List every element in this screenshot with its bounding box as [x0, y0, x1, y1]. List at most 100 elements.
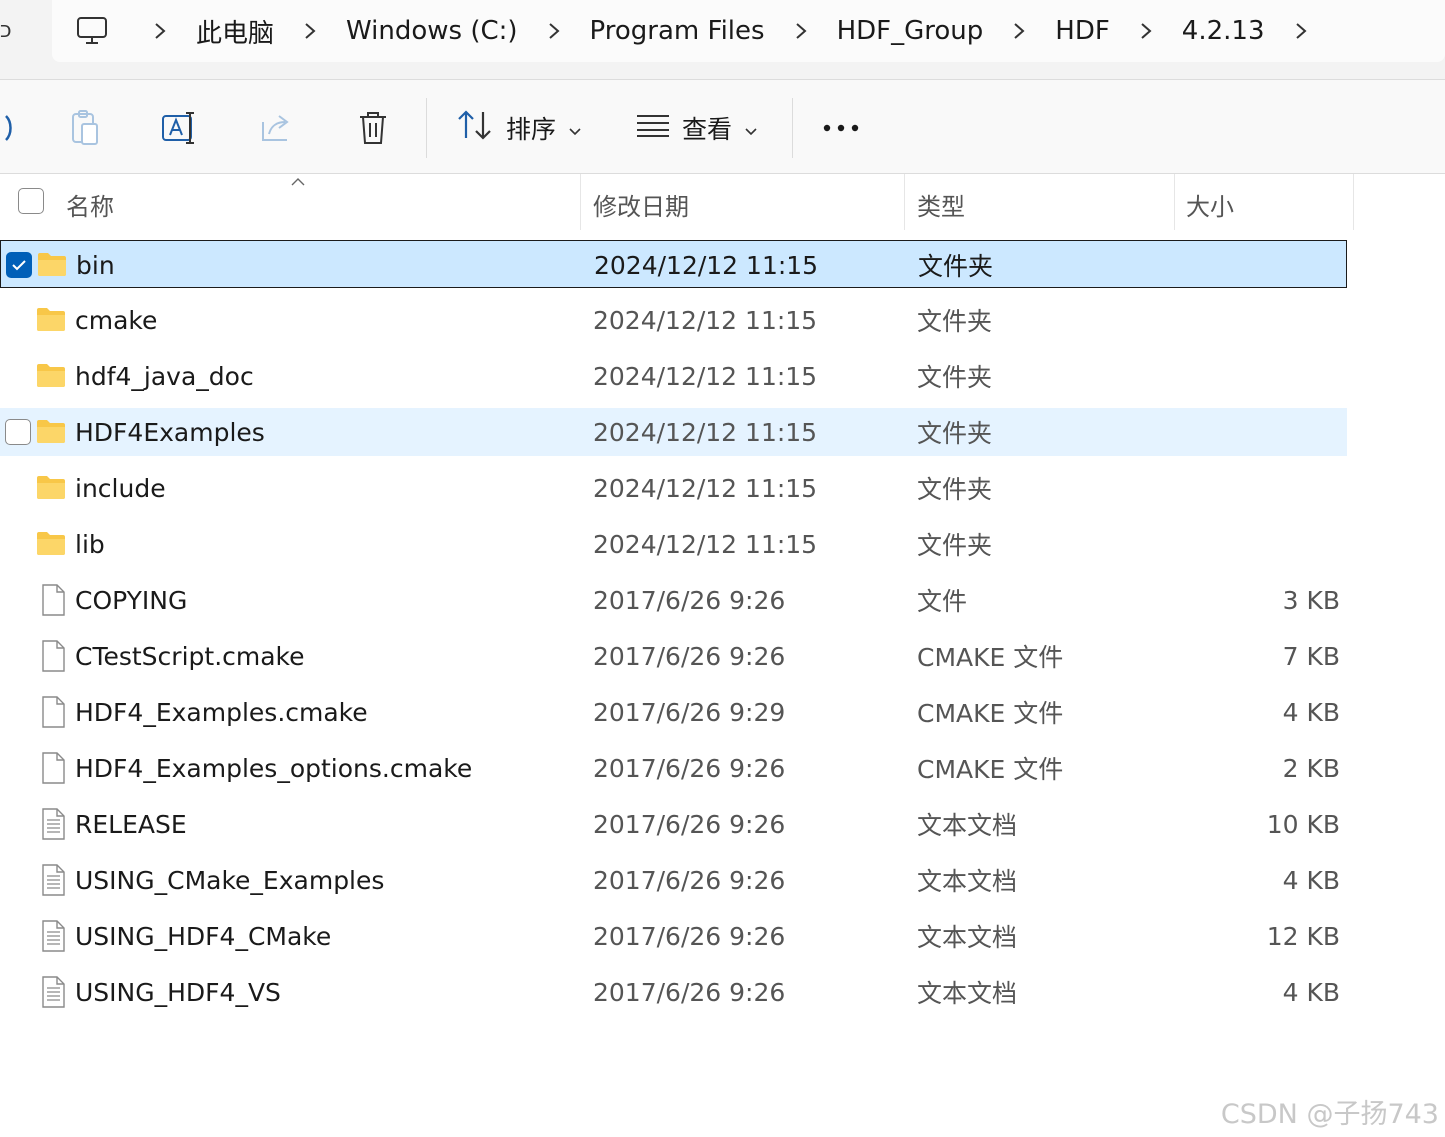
file-row[interactable]: USING_HDF4_VS 2017/6/26 9:26 文本文档 4 KB: [0, 968, 1347, 1016]
column-divider[interactable]: [904, 174, 905, 230]
breadcrumb[interactable]: 此电脑 Windows (C:) Program Files HDF_Group…: [52, 0, 1445, 62]
computer-icon[interactable]: [52, 0, 132, 62]
file-icon: [40, 640, 70, 672]
column-date[interactable]: 修改日期: [593, 174, 689, 234]
file-name: HDF4Examples: [75, 417, 265, 447]
breadcrumb-item-this-pc[interactable]: 此电脑: [188, 13, 282, 50]
file-size: [1181, 241, 1341, 289]
file-modified-date: 2024/12/12 11:15: [593, 361, 818, 391]
text-document-icon: [40, 976, 70, 1008]
file-modified-date: 2024/12/12 11:15: [593, 529, 818, 559]
file-modified-date: 2017/6/26 9:29: [593, 697, 786, 727]
address-edge-glyph: כ: [0, 18, 12, 43]
breadcrumb-item-windows-c[interactable]: Windows (C:): [338, 16, 526, 46]
sort-button[interactable]: 排序: [456, 104, 582, 152]
row-checkbox[interactable]: [6, 252, 32, 278]
file-row[interactable]: HDF4_Examples.cmake 2017/6/26 9:29 CMAKE 文…: [0, 688, 1347, 736]
file-type: 文件夹: [917, 307, 993, 336]
folder-icon: [36, 306, 66, 334]
file-icon: [40, 752, 70, 784]
file-row[interactable]: CTestScript.cmake 2017/6/26 9:26 CMAKE 文件 7…: [0, 632, 1347, 680]
text-document-icon: [40, 864, 70, 896]
file-size: 4 KB: [1282, 697, 1340, 727]
file-row[interactable]: lib 2024/12/12 11:15 文件夹: [0, 520, 1347, 568]
rename-icon[interactable]: [158, 106, 202, 150]
file-size: [1180, 464, 1340, 512]
file-name: USING_HDF4_CMake: [75, 921, 332, 951]
chevron-right-icon[interactable]: [132, 0, 188, 62]
text-document-icon: [40, 808, 70, 840]
breadcrumb-item-version[interactable]: 4.2.13: [1174, 16, 1273, 46]
file-icon: [40, 696, 70, 728]
file-row[interactable]: hdf4_java_doc 2024/12/12 11:15 文件夹: [0, 352, 1347, 400]
file-size: 12 KB: [1266, 921, 1340, 951]
file-modified-date: 2017/6/26 9:26: [593, 921, 786, 951]
chevron-right-icon[interactable]: [773, 0, 829, 62]
column-name[interactable]: 名称: [66, 174, 114, 234]
file-size: 2 KB: [1282, 753, 1340, 783]
file-size: [1180, 352, 1340, 400]
file-row[interactable]: USING_CMake_Examples 2017/6/26 9:26 文本文档 4 …: [0, 856, 1347, 904]
breadcrumb-item-hdf[interactable]: HDF: [1047, 16, 1118, 46]
file-size: 7 KB: [1282, 641, 1340, 671]
file-row[interactable]: cmake 2024/12/12 11:15 文件夹: [0, 296, 1347, 344]
file-name: bin: [76, 250, 115, 280]
chevron-right-icon[interactable]: [991, 0, 1047, 62]
file-row[interactable]: HDF4Examples 2024/12/12 11:15 文件夹: [0, 408, 1347, 456]
trash-icon[interactable]: [351, 106, 395, 150]
file-name: USING_CMake_Examples: [75, 865, 385, 895]
file-modified-date: 2024/12/12 11:15: [594, 250, 819, 280]
file-modified-date: 2024/12/12 11:15: [593, 473, 818, 503]
chevron-right-icon[interactable]: [282, 0, 338, 62]
file-row[interactable]: bin 2024/12/12 11:15 文件夹: [0, 240, 1347, 288]
file-name: cmake: [75, 305, 158, 335]
cut-icon[interactable]: [0, 106, 18, 150]
file-size: 10 KB: [1266, 809, 1340, 839]
paste-icon[interactable]: [63, 106, 107, 150]
file-row[interactable]: HDF4_Examples_options.cmake 2017/6/26 9:2…: [0, 744, 1347, 792]
file-size: [1180, 520, 1340, 568]
sort-ascending-icon: [290, 172, 306, 191]
folder-icon: [36, 418, 66, 446]
sort-label: 排序: [506, 115, 557, 144]
sort-arrows-icon: [456, 108, 494, 148]
share-icon[interactable]: [255, 106, 299, 150]
row-checkbox[interactable]: [5, 419, 31, 445]
toolbar-divider: [792, 98, 793, 158]
file-type: 文件夹: [917, 419, 993, 448]
file-modified-date: 2017/6/26 9:26: [593, 977, 786, 1007]
file-row[interactable]: COPYING 2017/6/26 9:26 文件 3 KB: [0, 576, 1347, 624]
column-divider[interactable]: [580, 174, 581, 230]
chevron-right-icon[interactable]: [1118, 0, 1174, 62]
text-document-icon: [40, 920, 70, 952]
column-type[interactable]: 类型: [917, 174, 965, 234]
file-size: [1180, 296, 1340, 344]
file-type: 文件夹: [917, 531, 993, 560]
chevron-right-icon[interactable]: [526, 0, 582, 62]
file-type: 文本文档: [917, 811, 1018, 840]
column-divider[interactable]: [1353, 174, 1354, 230]
file-row[interactable]: RELEASE 2017/6/26 9:26 文本文档 10 KB: [0, 800, 1347, 848]
column-divider[interactable]: [1174, 174, 1175, 230]
file-type: 文件夹: [917, 363, 993, 392]
chevron-down-icon: [568, 114, 582, 143]
select-all-checkbox[interactable]: [18, 188, 44, 214]
file-type: 文本文档: [917, 979, 1018, 1008]
chevron-right-icon[interactable]: [1273, 0, 1329, 62]
file-type: 文件夹: [918, 252, 994, 281]
file-name: COPYING: [75, 585, 188, 615]
file-modified-date: 2017/6/26 9:26: [593, 865, 786, 895]
column-size[interactable]: 大小: [1186, 174, 1234, 234]
file-size: 4 KB: [1282, 865, 1340, 895]
breadcrumb-item-program-files[interactable]: Program Files: [582, 16, 773, 46]
toolbar-divider: [426, 98, 427, 158]
file-modified-date: 2017/6/26 9:26: [593, 641, 786, 671]
view-button[interactable]: 查看: [636, 104, 758, 152]
file-row[interactable]: USING_HDF4_CMake 2017/6/26 9:26 文本文档 12 KB: [0, 912, 1347, 960]
more-icon[interactable]: [819, 106, 863, 150]
file-modified-date: 2017/6/26 9:26: [593, 809, 786, 839]
breadcrumb-item-hdf-group[interactable]: HDF_Group: [829, 16, 992, 46]
watermark: CSDN @子扬743: [1220, 1099, 1439, 1130]
file-type: 文本文档: [917, 923, 1018, 952]
file-row[interactable]: include 2024/12/12 11:15 文件夹: [0, 464, 1347, 512]
